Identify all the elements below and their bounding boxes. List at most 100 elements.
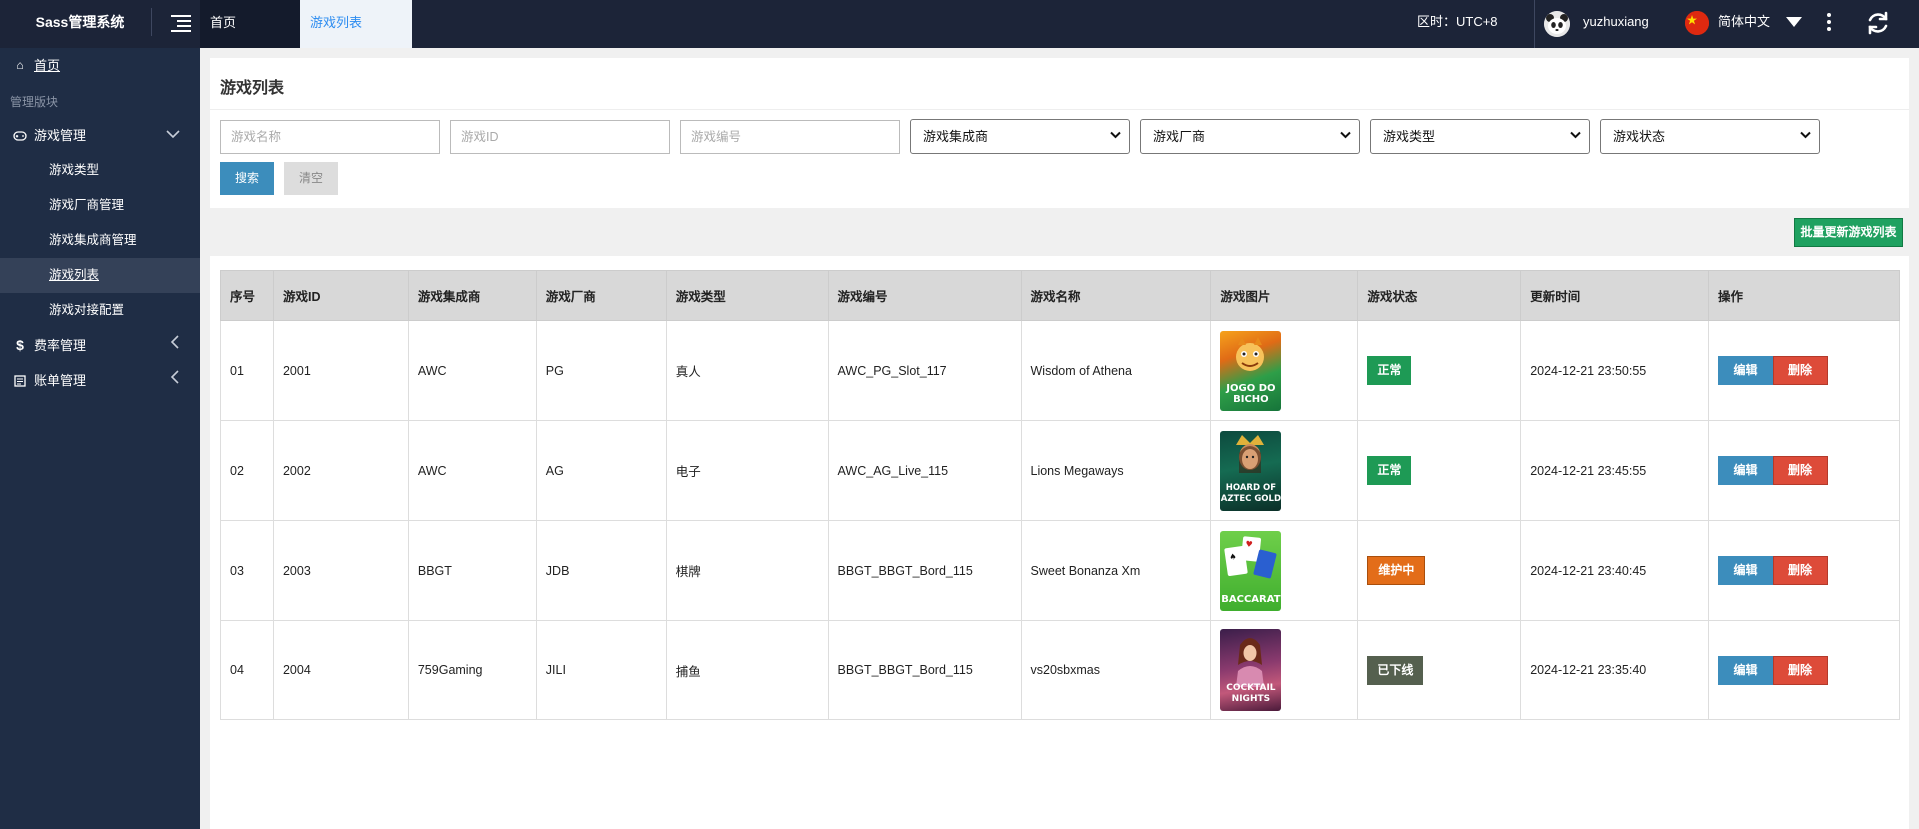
column-header: 游戏图片 xyxy=(1210,270,1359,321)
cell-vendor: AG xyxy=(535,420,667,521)
game-thumbnail[interactable]: COCKTAIL NIGHTS xyxy=(1220,629,1282,711)
delete-button[interactable]: 删除 xyxy=(1772,655,1828,685)
game-table: 序号 游戏ID 游戏集成商 游戏厂商 游戏类型 游戏编号 游戏名称 游戏图片 游… xyxy=(220,270,1900,720)
status-select[interactable]: 游戏状态 xyxy=(1600,119,1820,154)
column-header: 游戏编号 xyxy=(827,270,1022,321)
integrator-select[interactable]: 游戏集成商 xyxy=(910,119,1130,154)
sidebar-item-bill-management[interactable]: 账单管理 xyxy=(0,363,200,398)
sidebar-item-game-types[interactable]: 游戏类型 xyxy=(0,153,200,188)
thumbnail-caption: HOARD OF AZTEC GOLD xyxy=(1220,482,1281,504)
sidebar-item-game-management-label: 游戏管理 xyxy=(34,128,87,143)
type-select-label: 游戏类型 xyxy=(1383,129,1436,144)
search-button[interactable]: 搜索 xyxy=(220,162,274,195)
clear-button[interactable]: 清空 xyxy=(284,162,338,195)
vendor-select[interactable]: 游戏厂商 xyxy=(1140,119,1360,154)
header-divider xyxy=(1534,0,1535,48)
cell-status: 正常 xyxy=(1357,320,1522,421)
sidebar-item-home[interactable]: ⌂ 首页 xyxy=(0,48,200,83)
table-row: 04 2004 759Gaming JILI 捕鱼 BBGT_BBGT_Bord… xyxy=(220,620,1900,720)
refresh-icon[interactable] xyxy=(1865,10,1891,36)
cell-updated: 2024-12-21 23:45:55 xyxy=(1520,420,1710,521)
game-name-input[interactable] xyxy=(220,120,440,154)
game-id-input[interactable] xyxy=(450,120,670,154)
game-thumbnail[interactable]: HOARD OF AZTEC GOLD xyxy=(1220,430,1282,511)
sidebar-item-game-management[interactable]: 游戏管理 xyxy=(0,118,200,153)
delete-button[interactable]: 删除 xyxy=(1772,556,1828,585)
avatar[interactable] xyxy=(1544,11,1570,37)
cell-vendor: JDB xyxy=(535,520,667,621)
page-title: 游戏列表 xyxy=(220,80,285,97)
sidebar-item-integration-config[interactable]: 游戏对接配置 xyxy=(0,293,200,328)
edit-button[interactable]: 编辑 xyxy=(1718,456,1774,485)
top-navbar: Sass管理系统 首页 游戏列表 区时：UTC+8 yuzhuxiang 简体中… xyxy=(0,0,1919,48)
cell-actions: 编辑 删除 xyxy=(1708,320,1900,421)
brand-divider xyxy=(151,8,152,36)
thumbnail-caption: COCKTAIL NIGHTS xyxy=(1226,683,1276,704)
tab-game-list[interactable]: 游戏列表 xyxy=(300,0,412,48)
cell-actions: 编辑 删除 xyxy=(1708,520,1900,621)
table-row: 01 2001 AWC PG 真人 AWC_PG_Slot_117 Wisdom… xyxy=(220,320,1900,421)
delete-button[interactable]: 删除 xyxy=(1772,356,1828,385)
chevron-down-icon xyxy=(1800,120,1811,153)
cell-updated: 2024-12-21 23:35:40 xyxy=(1520,620,1710,720)
cell-code: AWC_AG_Live_115 xyxy=(827,420,1022,521)
chevron-down-icon xyxy=(1570,120,1581,153)
svg-text:♥: ♥ xyxy=(1245,539,1253,549)
cell-status: 维护中 xyxy=(1357,520,1522,621)
more-options-icon[interactable] xyxy=(1826,13,1832,33)
language-label[interactable]: 简体中文 xyxy=(1718,0,1770,48)
game-thumbnail[interactable]: ♠ ♥ BACCARAT xyxy=(1220,530,1282,611)
chevron-left-icon xyxy=(170,363,180,398)
column-header: 游戏厂商 xyxy=(535,270,667,321)
cell-integrator: 759Gaming xyxy=(407,620,537,720)
chevron-down-icon xyxy=(1110,120,1121,153)
batch-update-button[interactable]: 批量更新游戏列表 xyxy=(1794,218,1903,247)
column-header: 操作 xyxy=(1708,270,1900,321)
vendor-select-label: 游戏厂商 xyxy=(1153,129,1206,144)
cell-id: 2001 xyxy=(272,320,409,421)
cell-name: vs20sbxmas xyxy=(1020,620,1212,720)
column-header: 游戏名称 xyxy=(1020,270,1212,321)
cell-no: 01 xyxy=(220,320,274,421)
sidebar-item-rate-management[interactable]: $ 费率管理 xyxy=(0,328,200,363)
sidebar-item-game-list[interactable]: 游戏列表 xyxy=(0,258,200,293)
table-header-row: 序号 游戏ID 游戏集成商 游戏厂商 游戏类型 游戏编号 游戏名称 游戏图片 游… xyxy=(220,270,1900,321)
language-dropdown-icon[interactable] xyxy=(1786,17,1802,27)
cell-integrator: BBGT xyxy=(407,520,537,621)
edit-button[interactable]: 编辑 xyxy=(1718,556,1774,585)
cell-integrator: AWC xyxy=(407,420,537,521)
cell-id: 2002 xyxy=(272,420,409,521)
column-header: 游戏ID xyxy=(272,270,409,321)
sidebar: ⌂ 首页 管理版块 游戏管理 游戏类型 游戏厂商管理 游戏集成商管理 游戏列表 … xyxy=(0,48,200,829)
type-select[interactable]: 游戏类型 xyxy=(1370,119,1590,154)
delete-button[interactable]: 删除 xyxy=(1772,456,1828,485)
edit-button[interactable]: 编辑 xyxy=(1718,655,1774,685)
column-header: 游戏类型 xyxy=(665,270,829,321)
game-thumbnail[interactable]: JOGO DO BICHO xyxy=(1220,330,1282,411)
dollar-icon: $ xyxy=(16,337,24,353)
table-row: 03 2003 BBGT JDB 棋牌 BBGT_BBGT_Bord_115 S… xyxy=(220,520,1900,621)
sidebar-item-vendor-management[interactable]: 游戏厂商管理 xyxy=(0,188,200,223)
tab-home[interactable]: 首页 xyxy=(200,0,300,48)
column-header: 游戏状态 xyxy=(1357,270,1522,321)
cell-integrator: AWC xyxy=(407,320,537,421)
china-flag-icon xyxy=(1685,11,1709,35)
game-code-input[interactable] xyxy=(680,120,900,154)
status-select-label: 游戏状态 xyxy=(1613,129,1666,144)
username[interactable]: yuzhuxiang xyxy=(1583,0,1649,48)
status-badge: 正常 xyxy=(1367,356,1412,385)
cell-image: HOARD OF AZTEC GOLD xyxy=(1210,420,1359,521)
sidebar-item-bill-management-label: 账单管理 xyxy=(34,373,87,388)
cell-no: 02 xyxy=(220,420,274,521)
column-header: 游戏集成商 xyxy=(407,270,537,321)
sidebar-toggle-icon[interactable] xyxy=(171,12,191,32)
sidebar-item-integrator-management[interactable]: 游戏集成商管理 xyxy=(0,223,200,258)
timezone-label: 区时：UTC+8 xyxy=(1417,14,1498,29)
edit-button[interactable]: 编辑 xyxy=(1718,356,1774,385)
cell-type: 棋牌 xyxy=(665,520,829,621)
cell-image: COCKTAIL NIGHTS xyxy=(1210,620,1359,720)
cell-image: JOGO DO BICHO xyxy=(1210,320,1359,421)
integrator-select-label: 游戏集成商 xyxy=(923,129,989,144)
status-badge: 正常 xyxy=(1367,456,1412,485)
search-panel: 游戏列表 游戏集成商 游戏厂商 游戏类型 游戏状态 搜索 清空 xyxy=(210,58,1909,208)
